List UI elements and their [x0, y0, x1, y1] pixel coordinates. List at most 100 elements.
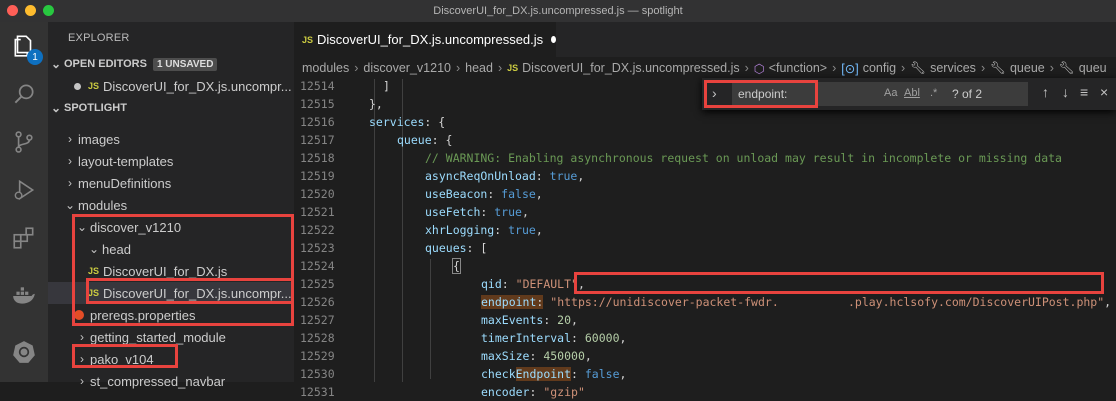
minimize-window-button[interactable] — [25, 5, 36, 16]
breadcrumb-queue[interactable]: queue — [1010, 61, 1045, 75]
editor-area: JS DiscoverUI_for_DX.js.uncompressed.js … — [294, 22, 1116, 399]
open-editor-label: DiscoverUI_for_DX.js.uncompr... — [103, 78, 292, 94]
explorer-activity[interactable]: 1 — [0, 22, 48, 70]
breadcrumb-config[interactable]: config — [863, 61, 896, 75]
toggle-replace-chevron-icon[interactable]: › — [712, 85, 717, 101]
tree-folder-discover-v1210[interactable]: ⌄ discover_v1210 — [48, 216, 294, 238]
find-query: endpoint: — [738, 87, 788, 101]
chevron-right-icon: › — [68, 132, 72, 146]
tree-folder-modules[interactable]: ⌄ modules — [48, 194, 294, 216]
docker-icon — [13, 287, 35, 304]
match-whole-word-button[interactable]: Abl — [904, 87, 920, 99]
tree-item-label: layout-templates — [78, 153, 174, 169]
tree-folder-getting-started[interactable]: › getting_started_module — [48, 326, 294, 348]
js-file-icon: JS — [88, 81, 100, 91]
chevron-down-icon: ⌄ — [64, 198, 76, 212]
tree-folder-layout-templates[interactable]: › layout-templates — [48, 150, 294, 172]
variable-icon: [⊙] — [841, 61, 859, 76]
chevron-right-icon: › — [832, 61, 837, 75]
code-editor[interactable]: 12514] 12515}, 12516 services: { 12517 que… — [294, 79, 1116, 399]
unsaved-badge: 1 UNSAVED — [152, 57, 218, 71]
code-line: 12516 services: { — [300, 115, 446, 129]
breadcrumb-file[interactable]: DiscoverUI_for_DX.js.uncompressed.js — [522, 61, 739, 75]
use-regex-button[interactable]: .* — [930, 87, 937, 99]
docker-activity[interactable] — [0, 272, 48, 320]
wrench-icon: 🔧︎ — [990, 60, 1006, 75]
chevron-right-icon: › — [80, 330, 84, 344]
tree-folder-head[interactable]: ⌄ head — [48, 238, 294, 260]
maximize-window-button[interactable] — [43, 5, 54, 16]
breadcrumb-tail[interactable]: queu — [1079, 61, 1107, 75]
tree-folder-st-compressed-navbar[interactable]: › st_compressed_navbar — [48, 370, 294, 392]
extensions-activity[interactable] — [0, 214, 48, 262]
tree-item-label: modules — [78, 197, 128, 213]
properties-file-icon — [74, 310, 84, 320]
chevron-right-icon: › — [68, 176, 72, 190]
open-editors-section[interactable]: ⌄ OPEN EDITORS 1 UNSAVED — [48, 53, 294, 75]
tree-item-label: prereqs.properties — [90, 307, 196, 323]
tree-item-label: DiscoverUI_for_DX.js — [103, 263, 228, 279]
spotlight-label: SPOTLIGHT — [64, 102, 127, 114]
code-line: 12524{ — [300, 258, 461, 274]
spotlight-section[interactable]: ⌄ SPOTLIGHT — [48, 97, 294, 119]
window-title: DiscoverUI_for_DX.js.uncompressed.js — s… — [433, 5, 683, 17]
previous-match-arrow-up-icon[interactable]: ↑ — [1042, 84, 1049, 100]
line-number: 12531 — [300, 385, 335, 399]
close-icon[interactable]: × — [1100, 84, 1108, 100]
extensions-icon — [13, 227, 34, 249]
code-line: 12527 maxEvents: 20, — [300, 313, 578, 327]
tree-item-label: getting_started_module — [90, 329, 226, 345]
run-debug-activity[interactable] — [0, 166, 48, 214]
close-window-button[interactable] — [7, 5, 18, 16]
breadcrumb-modules[interactable]: modules — [302, 61, 349, 75]
wrench-icon: 🔧︎ — [1058, 60, 1075, 75]
open-editor-item[interactable]: JS DiscoverUI_for_DX.js.uncompr... — [48, 75, 294, 97]
tree-item-label: pako_v104 — [90, 351, 154, 367]
run-debug-icon — [14, 179, 35, 201]
cube-icon: ⬡ — [753, 61, 765, 76]
source-control-icon — [15, 131, 33, 153]
breadcrumb-head[interactable]: head — [465, 61, 493, 75]
chevron-right-icon: › — [80, 374, 84, 388]
line-number: 12519 — [300, 169, 335, 183]
code-line: 12520 useBeacon: false, — [300, 187, 543, 201]
line-number: 12522 — [300, 223, 335, 237]
source-control-activity[interactable] — [0, 118, 48, 166]
next-match-arrow-down-icon[interactable]: ↓ — [1062, 84, 1069, 100]
tree-folder-pako-v104[interactable]: › pako_v104 — [48, 348, 294, 370]
tree-file-discoverui-js[interactable]: JS DiscoverUI_for_DX.js — [48, 260, 294, 282]
breadcrumb-discover[interactable]: discover_v1210 — [363, 61, 451, 75]
unsaved-dot-icon — [74, 82, 81, 90]
code-line: 12523 queues: [ — [300, 241, 488, 255]
chevron-right-icon: › — [744, 61, 749, 75]
tab-bar: JS DiscoverUI_for_DX.js.uncompressed.js — [294, 22, 1116, 57]
find-input[interactable]: endpoint: — [732, 82, 1028, 106]
tree-folder-images[interactable]: › images — [48, 128, 294, 150]
tab-discoverui-uncompressed[interactable]: JS DiscoverUI_for_DX.js.uncompressed.js — [294, 22, 556, 57]
line-number: 12520 — [300, 187, 335, 201]
kubernetes-icon — [13, 341, 35, 363]
line-number: 12517 — [300, 133, 335, 147]
explorer-sidebar: EXPLORER ⌄ OPEN EDITORS 1 UNSAVED JS Dis… — [48, 22, 294, 389]
breadcrumb-services[interactable]: services — [930, 61, 976, 75]
find-widget: › endpoint: Aa Abl .* ? of 2 ↑ ↓ ≡ × — [702, 78, 1116, 110]
tree-file-prereqs-properties[interactable]: prereqs.properties — [48, 304, 294, 326]
line-number: 12516 — [300, 115, 335, 129]
open-editors-label: OPEN EDITORS — [64, 58, 147, 70]
unsaved-dot-icon — [551, 36, 556, 43]
chevron-right-icon: › — [68, 154, 72, 168]
chevron-right-icon: › — [455, 61, 461, 75]
find-in-selection-icon[interactable]: ≡ — [1080, 84, 1088, 100]
search-activity[interactable] — [0, 70, 48, 118]
tree-item-label: head — [102, 241, 131, 257]
tree-item-label: discover_v1210 — [90, 219, 182, 235]
match-case-button[interactable]: Aa — [884, 87, 897, 99]
line-number: 12526 — [300, 295, 335, 309]
breadcrumb-function[interactable]: <function> — [769, 61, 827, 75]
line-number: 12523 — [300, 241, 335, 255]
kubernetes-activity[interactable] — [0, 328, 48, 376]
tree-file-discoverui-uncompressed[interactable]: JS DiscoverUI_for_DX.js.uncompr... — [48, 282, 294, 304]
line-number: 12524 — [300, 259, 335, 273]
tab-label: DiscoverUI_for_DX.js.uncompressed.js — [317, 32, 544, 47]
tree-folder-menudefinitions[interactable]: › menuDefinitions — [48, 172, 294, 194]
